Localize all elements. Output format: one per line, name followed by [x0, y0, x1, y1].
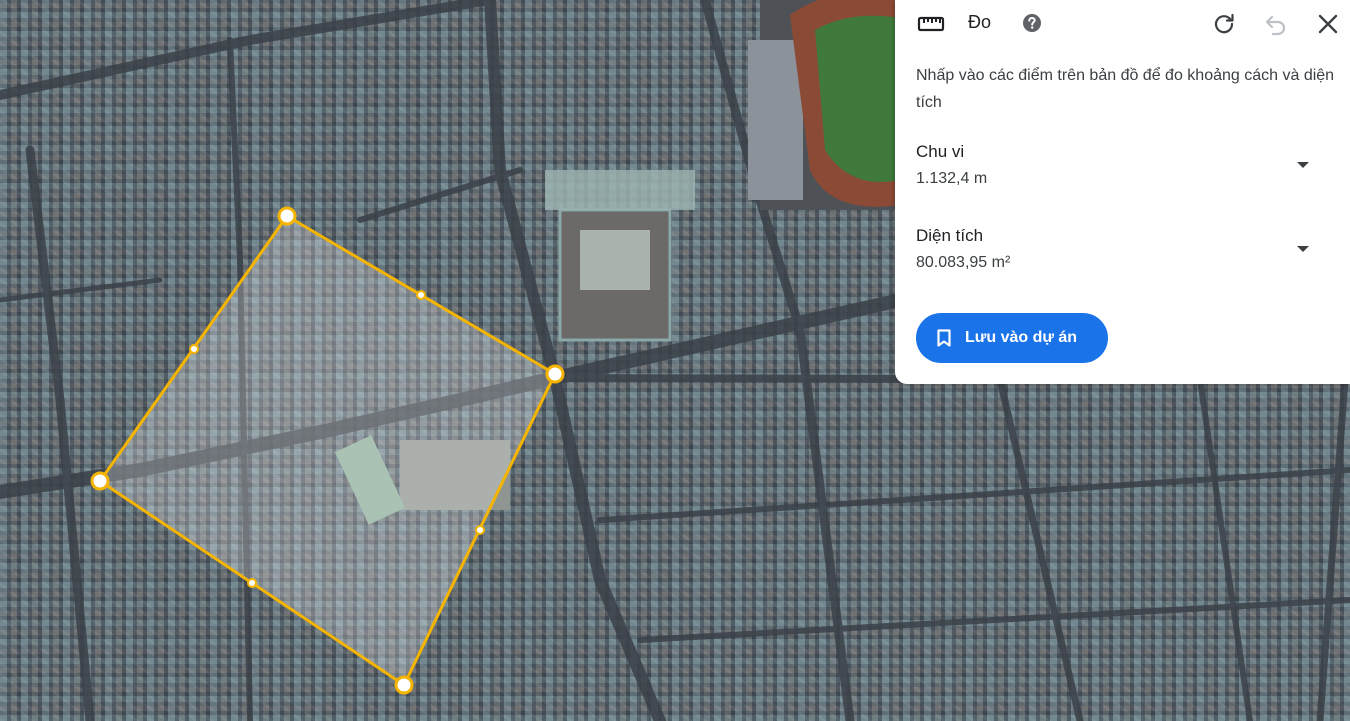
vertex-handle	[277, 206, 297, 226]
street	[597, 467, 1350, 523]
measure-panel: Đo Nhấp vào các điểm trên bản đồ để đo k…	[895, 0, 1350, 384]
street	[1316, 376, 1349, 721]
street	[357, 167, 523, 223]
close-icon[interactable]	[1316, 12, 1340, 36]
vertex-handle	[545, 364, 565, 384]
market-roof	[580, 230, 650, 290]
perimeter-label: Chu vi	[916, 142, 965, 161]
area-value: 80.083,95 m²	[916, 254, 1011, 271]
stadium	[748, 0, 900, 210]
measured-area	[98, 214, 557, 687]
street	[637, 597, 1350, 643]
vertex-handle	[90, 471, 110, 491]
chevron-down-icon[interactable]	[1295, 244, 1311, 254]
midpoint-handle	[189, 344, 199, 354]
help-icon[interactable]	[1022, 13, 1042, 33]
ruler-icon	[917, 16, 945, 32]
chevron-down-icon[interactable]	[1295, 160, 1311, 170]
street	[25, 145, 95, 721]
bookmark-icon	[937, 329, 951, 347]
midpoint-handle	[416, 290, 426, 300]
panel-header: Đo	[895, 0, 1350, 48]
save-to-project-button[interactable]: Lưu vào dự án	[916, 313, 1108, 363]
building	[545, 170, 695, 210]
perimeter-value: 1.132,4 m	[916, 170, 988, 187]
measure-instructions: Nhấp vào các điểm trên bản đồ để đo khoả…	[916, 67, 1335, 111]
street	[996, 376, 1084, 721]
save-button-label: Lưu vào dự án	[965, 329, 1078, 346]
midpoint-handle	[247, 578, 257, 588]
street	[1197, 377, 1253, 721]
vertex-handle	[394, 675, 414, 695]
street	[0, 277, 163, 303]
reset-icon[interactable]	[1212, 12, 1236, 36]
undo-icon[interactable]	[1264, 12, 1288, 36]
panel-title: Đo	[968, 12, 992, 32]
street	[0, 0, 495, 100]
midpoint-handle	[475, 525, 485, 535]
area-label: Diện tích	[916, 226, 984, 245]
